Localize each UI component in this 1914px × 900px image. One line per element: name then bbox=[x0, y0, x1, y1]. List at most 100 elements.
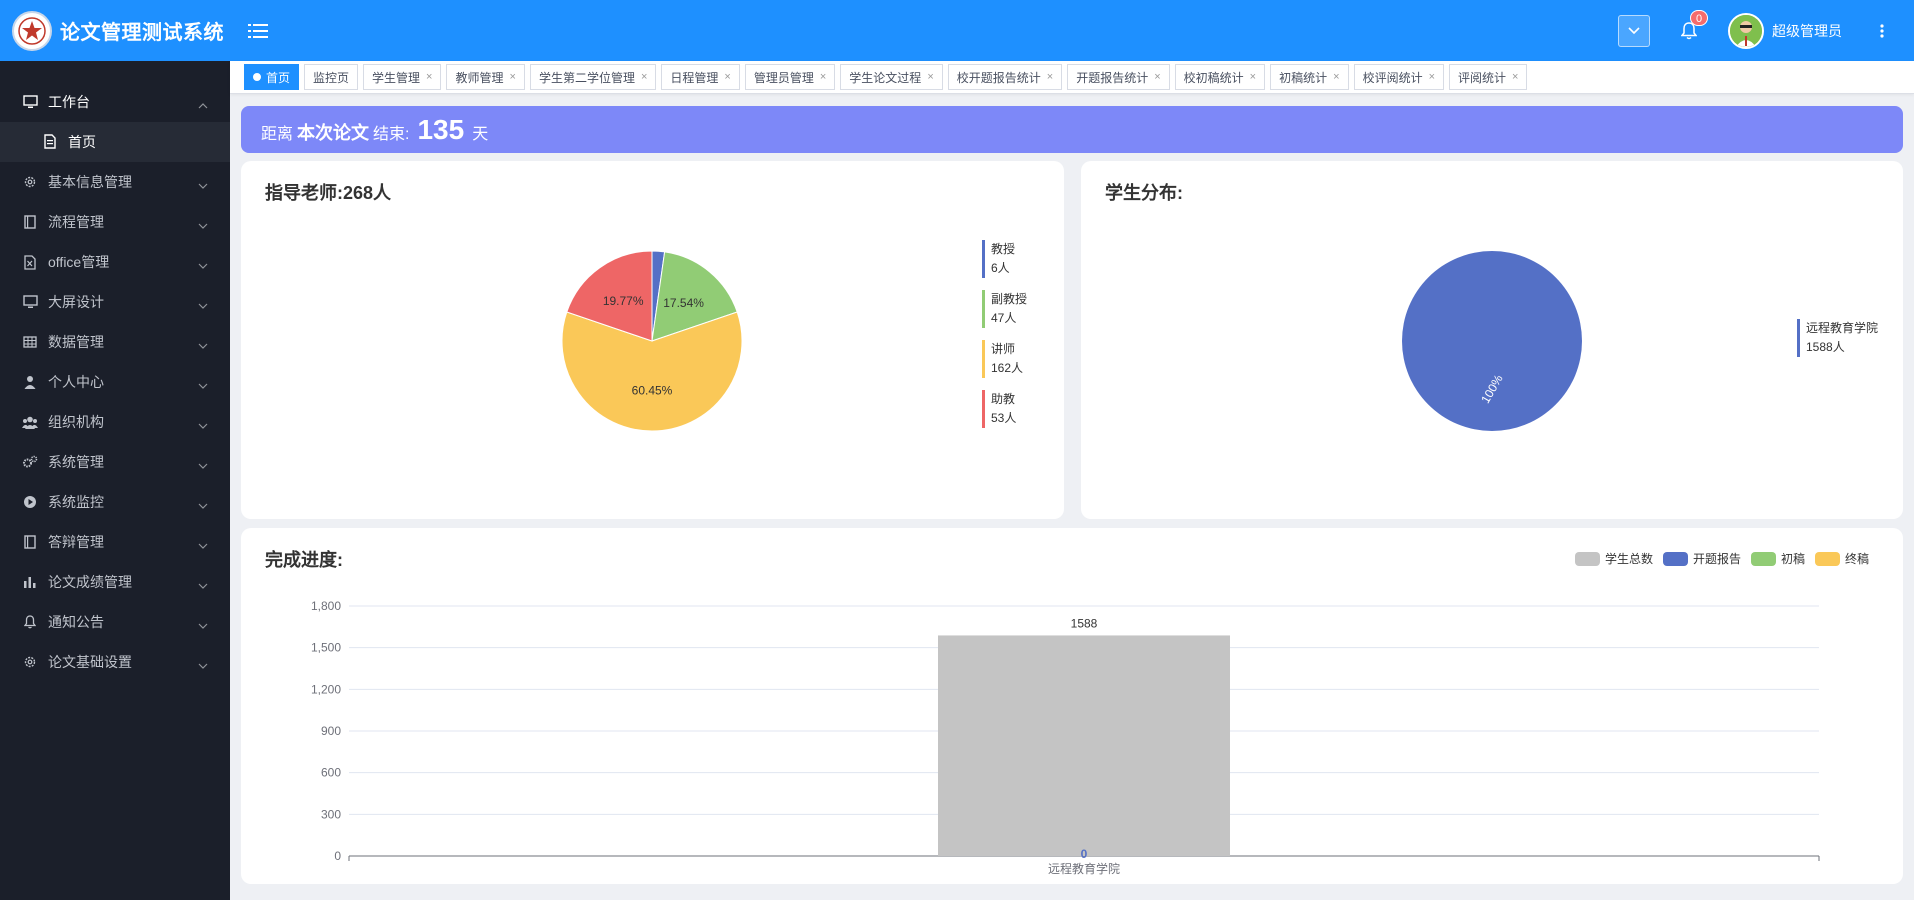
legend-item[interactable]: 讲师 162人 bbox=[982, 340, 1027, 378]
tab-13[interactable]: 评阅统计 × bbox=[1449, 64, 1528, 90]
y-tick-label: 900 bbox=[321, 724, 341, 738]
sidebar-item-3[interactable]: office管理 bbox=[0, 242, 230, 282]
sidebar-item-8[interactable]: 系统管理 bbox=[0, 442, 230, 482]
tab-label: 管理员管理 bbox=[753, 70, 814, 85]
sidebar: 工作台首页 基本信息管理流程管理 office管理大屏设计 数据管理 个人中心组织机构系… bbox=[0, 61, 230, 900]
tab-close-icon[interactable]: × bbox=[1333, 71, 1339, 83]
sidebar-item-label: 流程管理 bbox=[48, 214, 104, 230]
sidebar-item-10[interactable]: 答辩管理 bbox=[0, 522, 230, 562]
sidebar-item-13[interactable]: 论文基础设置 bbox=[0, 642, 230, 682]
brand: 论文管理测试系统 bbox=[0, 0, 230, 61]
sidebar-item-5[interactable]: 数据管理 bbox=[0, 322, 230, 362]
progress-card: 完成进度: 学生总数 开题报告 初稿 终稿 0 300 600 900 1,200 1,500 1… bbox=[241, 528, 1903, 884]
legend-name: 远程教育学院 bbox=[1806, 321, 1879, 335]
tab-7[interactable]: 学生论文过程 × bbox=[840, 64, 943, 90]
user-menu[interactable]: 超级管理员 bbox=[1728, 12, 1842, 49]
play-circle-icon bbox=[22, 494, 38, 510]
tab-close-icon[interactable]: × bbox=[1512, 71, 1518, 83]
chevron-down-icon bbox=[198, 656, 208, 672]
legend-item[interactable]: 远程教育学院 1588人 bbox=[1797, 319, 1878, 357]
tab-5[interactable]: 日程管理 × bbox=[661, 64, 740, 90]
sidebar-item-7[interactable]: 组织机构 bbox=[0, 402, 230, 442]
pie-slice-label: 17.54% bbox=[663, 296, 704, 310]
sidebar-item-label: 系统管理 bbox=[48, 454, 104, 470]
monitor-icon bbox=[22, 294, 38, 310]
tab-close-icon[interactable]: × bbox=[510, 71, 516, 83]
sidebar-item-label: 组织机构 bbox=[48, 414, 104, 430]
sidebar-item-label: 系统监控 bbox=[48, 494, 104, 510]
bar-value-label: 0 bbox=[1081, 847, 1088, 861]
legend-item[interactable]: 教授 6人 bbox=[982, 240, 1027, 278]
tab-close-icon[interactable]: × bbox=[1429, 71, 1435, 83]
tab-close-icon[interactable]: × bbox=[724, 71, 730, 83]
tab-0[interactable]: 首页 bbox=[244, 64, 300, 90]
notification-badge: 0 bbox=[1690, 9, 1708, 26]
chevron-down-icon bbox=[198, 216, 208, 232]
countdown-prefix: 距离 bbox=[261, 126, 294, 143]
sidebar-item-2[interactable]: 流程管理 bbox=[0, 202, 230, 242]
tabs-bar: 首页 监控页 学生管理 × 教师管理 × 学生第二学位管理 × 日程管理 × 管理员管理 × 学生论文过… bbox=[230, 61, 1914, 94]
tab-11[interactable]: 初稿统计 × bbox=[1270, 64, 1349, 90]
sidebar-item-4[interactable]: 大屏设计 bbox=[0, 282, 230, 322]
tab-4[interactable]: 学生第二学位管理 × bbox=[529, 64, 657, 90]
notification-button[interactable]: 0 bbox=[1674, 9, 1708, 46]
y-tick-label: 1,800 bbox=[311, 599, 341, 613]
tab-2[interactable]: 学生管理 × bbox=[363, 64, 442, 90]
sidebar-item-label: 工作台 bbox=[48, 94, 90, 110]
tab-close-icon[interactable]: × bbox=[927, 71, 933, 83]
menu-fold-icon bbox=[248, 23, 268, 38]
tab-6[interactable]: 管理员管理 × bbox=[744, 64, 836, 90]
tab-close-icon[interactable]: × bbox=[641, 71, 647, 83]
tab-1[interactable]: 监控页 bbox=[304, 64, 359, 90]
students-legend: 远程教育学院 1588人 bbox=[1797, 319, 1878, 369]
x-tick-label: 远程教育学院 bbox=[1048, 861, 1120, 876]
tab-close-icon[interactable]: × bbox=[426, 71, 432, 83]
tab-close-icon[interactable]: × bbox=[1250, 71, 1256, 83]
bar bbox=[938, 635, 1230, 856]
tab-label: 学生论文过程 bbox=[849, 70, 922, 85]
chevron-down-icon bbox=[198, 176, 208, 192]
teachers-pie-chart: 17.54% 60.45% 19.77% bbox=[561, 250, 743, 432]
tab-label: 校开题报告统计 bbox=[956, 70, 1041, 85]
chevron-down-icon bbox=[198, 616, 208, 632]
sidebar-item-11[interactable]: 论文成绩管理 bbox=[0, 562, 230, 602]
tab-close-icon[interactable]: × bbox=[820, 71, 826, 83]
legend-swatch bbox=[982, 390, 985, 428]
legend-name: 助教 bbox=[991, 392, 1016, 406]
avatar bbox=[1728, 12, 1764, 49]
tab-8[interactable]: 校开题报告统计 × bbox=[947, 64, 1063, 90]
tab-close-icon[interactable]: × bbox=[1047, 71, 1053, 83]
tab-3[interactable]: 教师管理 × bbox=[446, 64, 525, 90]
sidebar-item-9[interactable]: 系统监控 bbox=[0, 482, 230, 522]
tab-label: 评阅统计 bbox=[1458, 70, 1507, 85]
tab-label: 首页 bbox=[266, 70, 291, 85]
sidebar-item-0[interactable]: 工作台 bbox=[0, 82, 230, 122]
sidebar-item-label: office管理 bbox=[48, 254, 110, 270]
sidebar-subitem-home[interactable]: 首页 bbox=[0, 122, 230, 162]
progress-bar-chart: 0 300 600 900 1,200 1,500 1,800 远程教育学院 1588 0 bbox=[311, 599, 1820, 876]
countdown-bold: 本次论文 bbox=[297, 123, 370, 143]
tab-close-icon[interactable]: × bbox=[1154, 71, 1160, 83]
more-options-button[interactable] bbox=[1872, 16, 1892, 46]
tab-10[interactable]: 校初稿统计 × bbox=[1174, 64, 1266, 90]
sidebar-menu: 工作台首页 基本信息管理流程管理 office管理大屏设计 数据管理 个人中心组织机构系… bbox=[0, 82, 230, 682]
sidebar-item-6[interactable]: 个人中心 bbox=[0, 362, 230, 402]
countdown-days: 135 bbox=[417, 114, 465, 145]
legend-item[interactable]: 副教授 47人 bbox=[982, 290, 1027, 328]
user-icon bbox=[22, 374, 38, 390]
excel-file-icon bbox=[22, 254, 38, 270]
tab-9[interactable]: 开题报告统计 × bbox=[1067, 64, 1170, 90]
students-card: 学生分布: 100% 远程教育学院 1588人 bbox=[1081, 161, 1903, 519]
chevron-down-icon bbox=[198, 416, 208, 432]
sidebar-item-12[interactable]: 通知公告 bbox=[0, 602, 230, 642]
document-icon bbox=[44, 134, 58, 150]
tab-12[interactable]: 校评阅统计 × bbox=[1353, 64, 1445, 90]
legend-item[interactable]: 助教 53人 bbox=[982, 390, 1027, 428]
sidebar-item-1[interactable]: 基本信息管理 bbox=[0, 162, 230, 202]
sidebar-toggle-button[interactable] bbox=[246, 19, 270, 43]
teachers-card: 指导老师:268人 17.54% 60.45% 19.77% 教授 6人 副教授 47人讲… bbox=[241, 161, 1064, 519]
header-dropdown-button[interactable] bbox=[1618, 14, 1650, 47]
legend-value: 1588人 bbox=[1806, 340, 1845, 354]
countdown-suffix: 结束: bbox=[373, 126, 410, 143]
sidebar-item-label: 论文基础设置 bbox=[48, 654, 132, 670]
